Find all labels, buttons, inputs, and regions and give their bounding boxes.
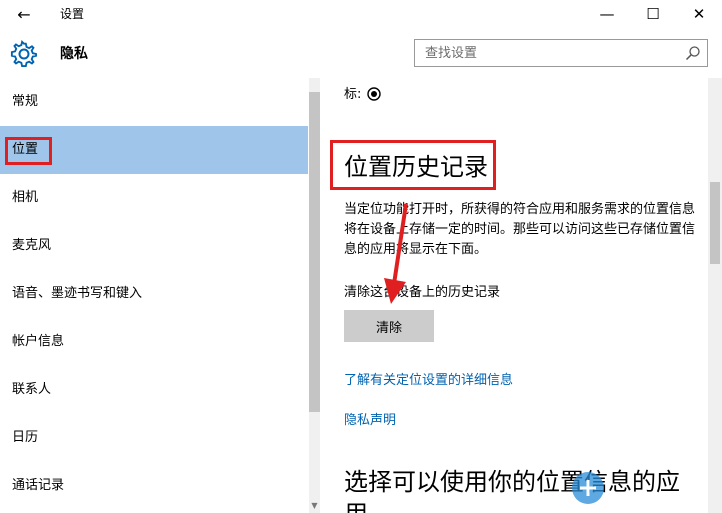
sidebar-item-label: 麦克风: [12, 238, 52, 253]
sidebar-item-calendar[interactable]: 日历: [0, 414, 308, 462]
sidebar-item-account-info[interactable]: 帐户信息: [0, 318, 308, 366]
sidebar-item-camera[interactable]: 相机: [0, 174, 308, 222]
gear-icon: [10, 40, 37, 67]
back-button[interactable]: ←: [14, 6, 34, 24]
privacy-statement-link[interactable]: 隐私声明: [344, 412, 396, 430]
radio-selected-icon[interactable]: [367, 87, 381, 101]
scroll-down-arrow-icon[interactable]: ▼: [309, 500, 320, 512]
search-input[interactable]: [415, 40, 695, 66]
sidebar-item-speech-inking-typing[interactable]: 语音、墨迹书写和键入: [0, 270, 308, 318]
clear-button[interactable]: 清除: [344, 310, 434, 342]
location-history-title: 位置历史记录: [344, 153, 488, 181]
search-box[interactable]: [414, 39, 708, 67]
sidebar-scrollbar-thumb[interactable]: [309, 92, 320, 412]
sidebar-item-label: 通话记录: [12, 478, 65, 493]
content-scrollbar-thumb[interactable]: [710, 182, 720, 264]
page-header: 隐私: [0, 30, 722, 78]
sidebar-item-label: 联系人: [12, 382, 52, 397]
sidebar-item-label: 常规: [12, 94, 39, 109]
sidebar-item-label: 相机: [12, 190, 39, 205]
partial-setting-label: 标:: [344, 87, 362, 102]
main-content: 标: 位置历史记录 当定位功能打开时，所获得的符合应用和服务需求的位置信息将在设…: [320, 78, 708, 513]
sidebar-item-contacts[interactable]: 联系人: [0, 366, 308, 414]
maximize-button[interactable]: ☐: [630, 0, 676, 30]
page-title: 隐私: [60, 46, 88, 62]
location-history-description: 当定位功能打开时，所获得的符合应用和服务需求的位置信息将在设备上存储一定的时间。…: [344, 202, 696, 257]
window-title: 设置: [60, 7, 85, 21]
sidebar-item-general[interactable]: 常规: [0, 78, 308, 126]
clear-history-label: 清除这台设备上的历史记录: [344, 285, 501, 300]
sidebar-item-call-history[interactable]: 通话记录: [0, 462, 308, 510]
content-scrollbar[interactable]: [708, 78, 722, 513]
sidebar-item-label: 语音、墨迹书写和键入: [12, 286, 143, 301]
title-bar: ← 设置 — ☐ ✕: [0, 0, 722, 30]
sidebar-item-location[interactable]: 位置: [0, 126, 308, 174]
sidebar: 常规 位置 相机 麦克风 语音、墨迹书写和键入 帐户信息 联系人 日历 通话记录: [0, 78, 320, 513]
sidebar-item-label: 位置: [12, 142, 39, 157]
minimize-button[interactable]: —: [584, 0, 630, 30]
learn-more-link[interactable]: 了解有关定位设置的详细信息: [344, 372, 513, 390]
sidebar-item-microphone[interactable]: 麦克风: [0, 222, 308, 270]
sidebar-item-label: 帐户信息: [12, 334, 65, 349]
sidebar-item-label: 日历: [12, 430, 39, 445]
close-button[interactable]: ✕: [676, 0, 722, 30]
choose-apps-title: 选择可以使用你的位置信息的应用: [344, 468, 680, 513]
search-icon[interactable]: [685, 45, 701, 61]
